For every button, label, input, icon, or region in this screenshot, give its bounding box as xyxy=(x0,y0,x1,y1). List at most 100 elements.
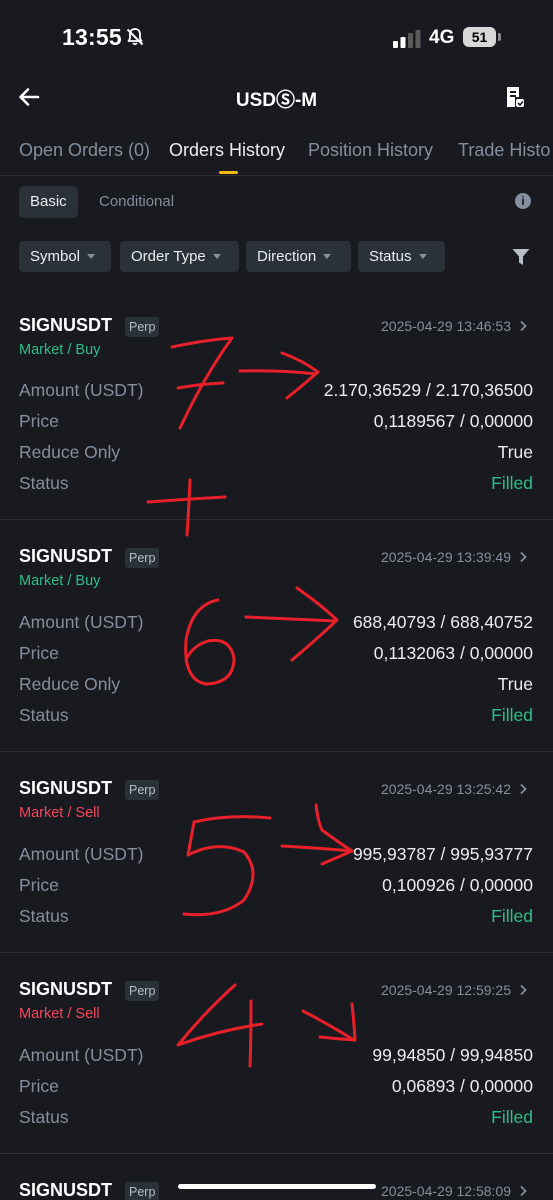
tab-orders-history[interactable]: Orders History xyxy=(169,140,285,161)
chevron-right-icon xyxy=(520,551,527,563)
chevron-right-icon xyxy=(520,1185,527,1197)
row-label: Amount (USDT) xyxy=(19,844,144,864)
filter-bar: Symbol Order Type Direction Status xyxy=(0,241,553,273)
order-symbol: SIGNUSDT xyxy=(19,546,113,566)
tab-open-orders[interactable]: Open Orders (0) xyxy=(19,140,150,161)
status-bar: 13:55 4G 51 xyxy=(0,0,553,76)
app-header: USDⓈ-M xyxy=(0,76,553,122)
order-symbol: SIGNUSDT xyxy=(19,315,113,335)
row-label: Status xyxy=(19,906,69,926)
annotation-arrow xyxy=(301,1009,356,1042)
order-side: Market / Buy xyxy=(19,342,101,358)
row-label: Amount (USDT) xyxy=(19,612,144,632)
row-label: Reduce Only xyxy=(19,442,121,462)
order-time: 2025-04-29 12:59:25 xyxy=(381,982,511,998)
filter-status[interactable]: Status xyxy=(358,241,445,272)
perp-badge: Perp xyxy=(125,317,160,337)
row-value: True xyxy=(497,442,533,462)
filter-direction-label: Direction xyxy=(257,248,317,265)
row-label: Amount (USDT) xyxy=(19,1045,144,1065)
order-time: 2025-04-29 13:46:53 xyxy=(381,318,511,334)
order-row-reduce-only: Reduce Only True xyxy=(19,442,533,466)
battery-indicator: 51 xyxy=(463,27,496,47)
row-label: Price xyxy=(19,875,59,895)
signal-bars-icon xyxy=(393,30,421,48)
status-filled: Filled xyxy=(491,906,533,926)
order-row-price: Price 0,1189567 / 0,00000 xyxy=(19,411,533,435)
filter-direction[interactable]: Direction xyxy=(246,241,351,272)
order-row-reduce-only: Reduce Only True xyxy=(19,674,533,698)
perp-badge: Perp xyxy=(125,780,160,800)
order-row-status: Status Filled xyxy=(19,1107,533,1131)
subtab-conditional[interactable]: Conditional xyxy=(99,186,174,218)
order-row-price: Price 0,1132063 / 0,00000 xyxy=(19,643,533,667)
network-type: 4G xyxy=(429,27,455,48)
row-value: True xyxy=(497,674,533,694)
perp-badge: Perp xyxy=(125,1182,160,1200)
order-row-status: Status Filled xyxy=(19,473,533,497)
tab-position-history[interactable]: Position History xyxy=(308,140,433,161)
order-type-subtabs: Basic Conditional i xyxy=(0,186,553,218)
battery-tip xyxy=(498,33,501,41)
caret-down-icon xyxy=(212,253,221,259)
order-row-amount: Amount (USDT) 99,94850 / 99,94850 xyxy=(19,1045,533,1069)
annotation-arrowhead xyxy=(318,1002,357,1042)
row-label: Price xyxy=(19,411,59,431)
perp-badge: Perp xyxy=(125,548,160,568)
order-side: Market / Sell xyxy=(19,805,100,821)
orders-tabs: Open Orders (0) Orders History Position … xyxy=(0,134,553,176)
order-divider xyxy=(0,952,553,953)
clock: 13:55 xyxy=(62,24,122,50)
row-label: Status xyxy=(19,473,69,493)
status-filled: Filled xyxy=(491,1107,533,1127)
filter-funnel-icon[interactable] xyxy=(512,248,530,266)
filter-order-type[interactable]: Order Type xyxy=(120,241,239,272)
row-value: 2.170,36529 / 2.170,36500 xyxy=(323,380,533,400)
order-row-price: Price 0,06893 / 0,00000 xyxy=(19,1076,533,1100)
row-value: 99,94850 / 99,94850 xyxy=(372,1045,533,1065)
order-symbol: SIGNUSDT xyxy=(19,979,113,999)
caret-down-icon xyxy=(418,253,427,259)
order-time: 2025-04-29 13:25:42 xyxy=(381,781,511,797)
order-row-price: Price 0,100926 / 0,00000 xyxy=(19,875,533,899)
order-row-status: Status Filled xyxy=(19,906,533,930)
order-row-amount: Amount (USDT) 995,93787 / 995,93777 xyxy=(19,844,533,868)
row-value: 0,1132063 / 0,00000 xyxy=(373,643,533,663)
row-value: 995,93787 / 995,93777 xyxy=(352,844,533,864)
row-label: Status xyxy=(19,705,69,725)
row-value: 0,06893 / 0,00000 xyxy=(391,1076,533,1096)
row-label: Status xyxy=(19,1107,69,1127)
chevron-right-icon xyxy=(520,320,527,332)
row-label: Reduce Only xyxy=(19,674,121,694)
info-icon[interactable]: i xyxy=(515,193,531,209)
caret-down-icon xyxy=(87,253,96,259)
subtab-basic[interactable]: Basic xyxy=(19,186,78,218)
row-value: 688,40793 / 688,40752 xyxy=(352,612,533,632)
status-filled: Filled xyxy=(491,705,533,725)
order-divider xyxy=(0,519,553,520)
tabs-divider xyxy=(0,175,553,176)
status-filled: Filled xyxy=(491,473,533,493)
document-icon[interactable] xyxy=(505,86,525,108)
order-symbol: SIGNUSDT xyxy=(19,1180,113,1200)
row-label: Price xyxy=(19,1076,59,1096)
order-time: 2025-04-29 13:39:49 xyxy=(381,549,511,565)
order-row-status: Status Filled xyxy=(19,705,533,729)
row-label: Price xyxy=(19,643,59,663)
chevron-right-icon xyxy=(520,783,527,795)
filter-order-type-label: Order Type xyxy=(131,248,206,265)
order-row-amount: Amount (USDT) 688,40793 / 688,40752 xyxy=(19,612,533,636)
order-symbol: SIGNUSDT xyxy=(19,778,113,798)
filter-status-label: Status xyxy=(369,248,412,265)
bell-muted-icon xyxy=(126,28,144,46)
order-divider xyxy=(0,1153,553,1154)
page-title: USDⓈ-M xyxy=(235,90,318,111)
row-label: Amount (USDT) xyxy=(19,380,144,400)
home-indicator[interactable] xyxy=(178,1184,376,1189)
active-tab-indicator xyxy=(219,171,238,174)
row-value: 0,1189567 / 0,00000 xyxy=(373,411,533,431)
filter-symbol[interactable]: Symbol xyxy=(19,241,111,272)
order-side: Market / Buy xyxy=(19,573,101,589)
annotation-arrow xyxy=(238,369,318,376)
tab-trade-history[interactable]: Trade Histo xyxy=(458,140,550,161)
